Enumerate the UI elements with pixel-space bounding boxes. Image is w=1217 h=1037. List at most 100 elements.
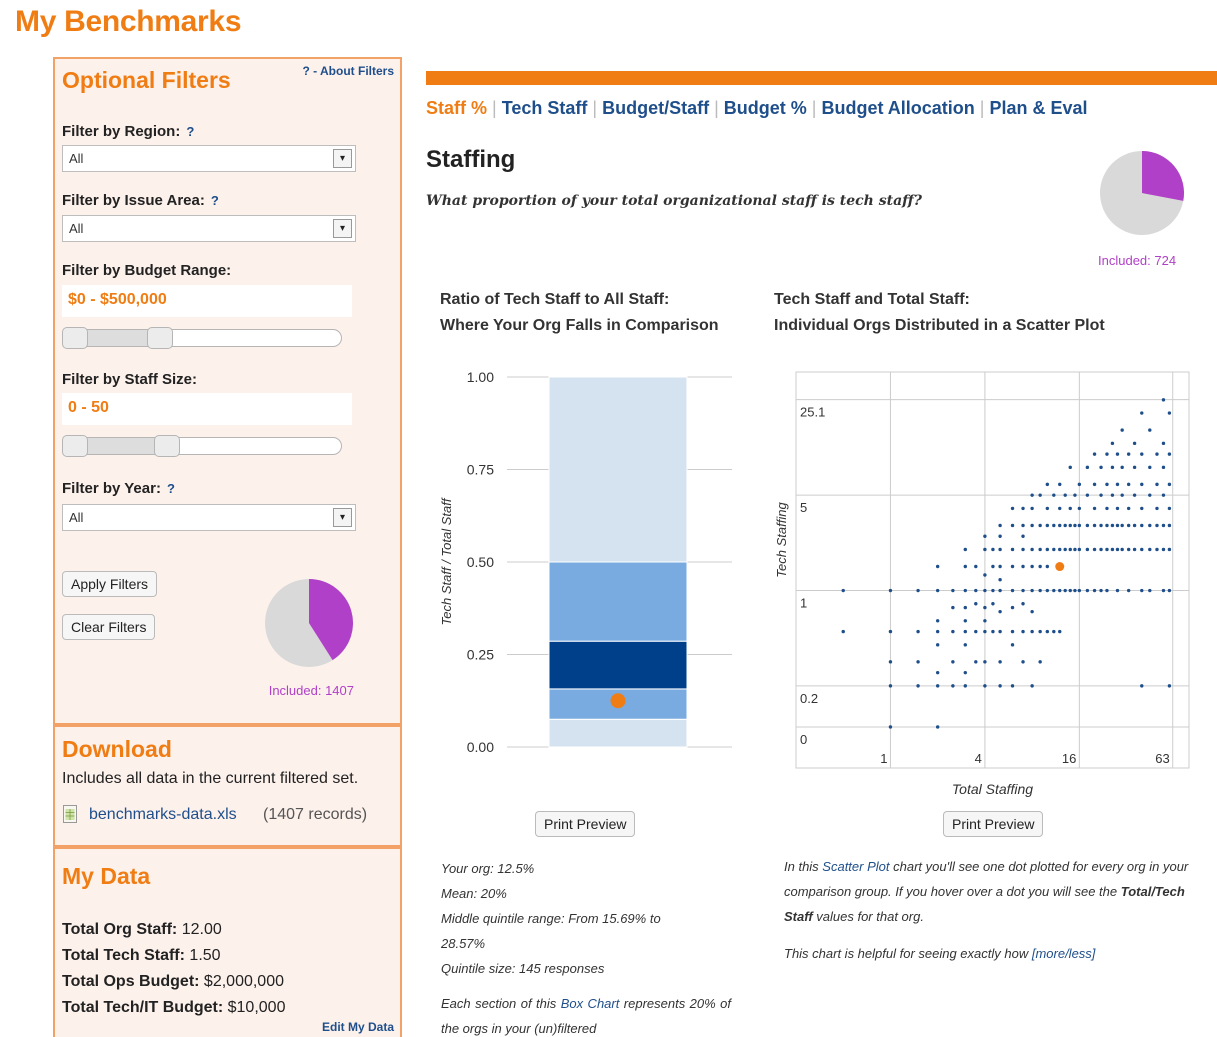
budget-range-handle-max[interactable] — [146, 327, 173, 349]
scatter-point — [1167, 482, 1172, 487]
scatter-point — [1110, 465, 1115, 470]
more-less-link[interactable]: [more/less] — [1032, 946, 1096, 961]
scatter-point — [1092, 523, 1097, 528]
tab-separator: | — [492, 98, 497, 118]
scatter-point — [1030, 506, 1034, 511]
scatter-point — [935, 564, 940, 569]
scatter-point — [1010, 506, 1015, 511]
scatter-point — [888, 660, 893, 664]
scatter-point — [1120, 465, 1124, 470]
scatter-point — [1058, 588, 1062, 593]
scatter-point — [1148, 523, 1152, 528]
issue-area-help-link[interactable]: ? — [211, 193, 219, 208]
scatter-point — [935, 670, 940, 675]
my-data-row-label: Total Tech/IT Budget: — [62, 999, 224, 1016]
scatter-chart-title: Tech Staff and Total Staff: Individual O… — [774, 287, 1105, 339]
scatter-point — [1021, 523, 1025, 528]
my-data-row: Total Tech/IT Budget: $10,000 — [62, 995, 285, 1021]
staff-size-slider[interactable] — [62, 435, 342, 457]
tab-budget-allocation[interactable]: Budget Allocation — [821, 98, 974, 118]
scatter-point — [1099, 547, 1103, 552]
scatter-point — [888, 588, 893, 593]
page-title: My Benchmarks — [15, 5, 242, 38]
issue-area-label: Filter by Issue Area:? — [62, 192, 219, 209]
scatter-point — [1161, 465, 1166, 470]
y-tick-label: 25.1 — [800, 405, 825, 420]
scatter-point — [1038, 660, 1042, 664]
my-data-row-value: $2,000,000 — [203, 973, 284, 990]
scatter-plot-link[interactable]: Scatter Plot — [822, 859, 889, 874]
quintile-box-segment — [548, 376, 688, 563]
scatter-point — [1010, 547, 1015, 552]
tab-tech-staff[interactable]: Tech Staff — [502, 98, 588, 118]
scatter-point — [841, 629, 845, 634]
scatter-point — [1068, 547, 1072, 552]
staff-size-handle-max[interactable] — [154, 435, 181, 457]
region-select[interactable]: All ▾ — [62, 145, 356, 172]
stat-middle-quintile: Middle quintile range: From 15.69% to — [441, 911, 661, 926]
scatter-point — [1021, 602, 1025, 606]
scatter-point — [1010, 684, 1015, 688]
scatter-point — [998, 609, 1002, 614]
scatter-point — [1140, 588, 1144, 593]
scatter-helpful-note: This chart is helpful for seeing exactly… — [784, 941, 1209, 966]
scatter-print-preview-button[interactable]: Print Preview — [943, 811, 1044, 837]
budget-range-handle-min[interactable] — [62, 327, 88, 349]
tab-plan-eval[interactable]: Plan & Eval — [989, 98, 1087, 118]
issue-area-select-value: All — [69, 221, 84, 236]
year-dropdown-arrow-icon[interactable]: ▾ — [333, 508, 352, 527]
scatter-point — [1140, 523, 1144, 528]
scatter-point — [1092, 482, 1097, 487]
my-data-row-label: Total Tech Staff: — [62, 947, 185, 964]
tab-budget-per-staff[interactable]: Budget/Staff — [602, 98, 709, 118]
region-label-text: Filter by Region: — [62, 123, 181, 140]
budget-range-label: Filter by Budget Range: — [62, 262, 232, 279]
tab-budget-pct[interactable]: Budget % — [724, 98, 807, 118]
scatter-point — [1105, 482, 1109, 487]
box-chart: 0.00 0.25 0.50 0.75 1.00 Tech Staff / Total S… — [439, 369, 732, 755]
quintile-box-segment — [548, 561, 688, 642]
clear-filters-button[interactable]: Clear Filters — [62, 614, 156, 640]
scatter-point — [1167, 411, 1172, 415]
year-help-link[interactable]: ? — [167, 481, 175, 496]
my-data-row-value: 12.00 — [181, 921, 222, 938]
box-chart-title-line2: Where Your Org Falls in Comparison — [440, 317, 719, 334]
scatter-point — [1115, 547, 1120, 552]
scatter-point — [1132, 493, 1137, 497]
box-chart-link[interactable]: Box Chart — [561, 996, 620, 1011]
year-select-value: All — [69, 510, 84, 525]
box-chart-print-preview-button[interactable]: Print Preview — [535, 811, 636, 837]
tab-separator: | — [714, 98, 719, 118]
region-dropdown-arrow-icon[interactable]: ▾ — [333, 149, 352, 168]
scatter-point — [1155, 506, 1159, 511]
y-axis-label: Tech Staff / Total Staff — [439, 497, 454, 625]
edit-my-data-link[interactable]: Edit My Data — [322, 1020, 394, 1034]
budget-range-slider[interactable] — [62, 327, 342, 349]
scatter-point — [1167, 523, 1172, 528]
tab-staff-pct[interactable]: Staff % — [426, 98, 487, 118]
issue-area-select[interactable]: All ▾ — [62, 215, 356, 242]
scatter-point — [935, 629, 940, 634]
section-title: Staffing — [426, 146, 516, 173]
scatter-point — [1010, 588, 1015, 593]
region-help-link[interactable]: ? — [186, 124, 194, 139]
staff-size-handle-min[interactable] — [62, 435, 88, 457]
download-file-link[interactable]: benchmarks-data.xls — [89, 806, 237, 824]
scatter-point — [963, 670, 967, 675]
stat-your-org: Your org: 12.5% — [441, 861, 535, 876]
scatter-point — [1052, 547, 1056, 552]
x-tick-label: 16 — [1062, 751, 1076, 766]
about-filters-link[interactable]: ? - About Filters — [302, 64, 394, 78]
scatter-point — [963, 619, 967, 623]
scatter-chart: 0 0.2 1 5 25.1 1 4 16 63 Total Staffing Tech Staff… — [774, 371, 1190, 797]
scatter-point — [998, 588, 1002, 593]
scatter-point — [1161, 441, 1166, 446]
scatter-point — [1155, 452, 1159, 456]
my-data-list: Total Org Staff: 12.00 Total Tech Staff:… — [62, 917, 285, 1021]
issue-area-dropdown-arrow-icon[interactable]: ▾ — [333, 219, 352, 238]
apply-filters-button[interactable]: Apply Filters — [62, 571, 158, 597]
scatter-point — [1092, 547, 1097, 552]
region-label: Filter by Region:? — [62, 123, 194, 140]
scatter-point — [983, 684, 987, 688]
year-select[interactable]: All ▾ — [62, 504, 356, 531]
